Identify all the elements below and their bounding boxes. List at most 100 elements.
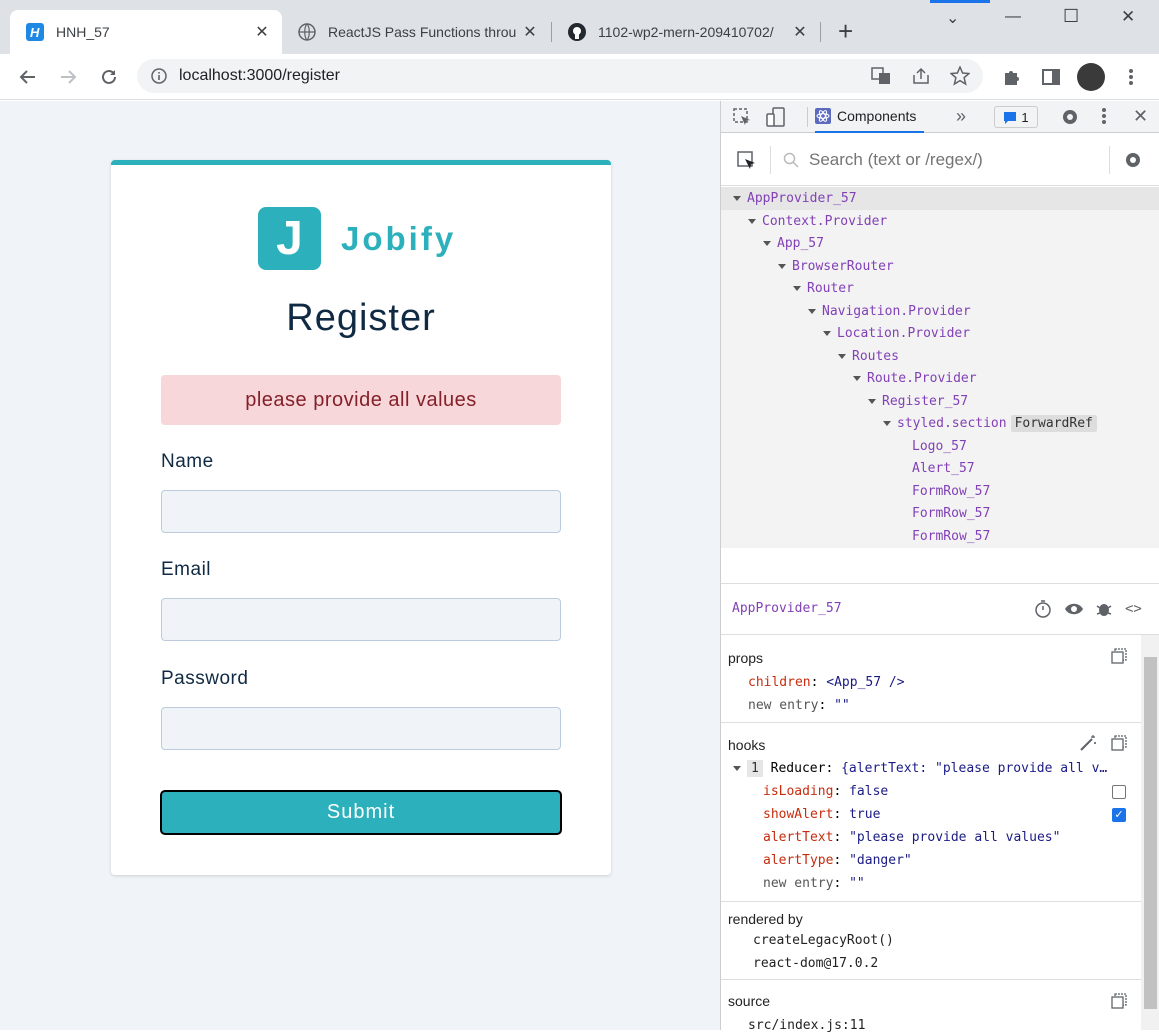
source-heading: source — [728, 993, 771, 1009]
devtools-menu-icon[interactable] — [1101, 107, 1107, 130]
hook-alerttext[interactable]: alertText: "please provide all values" — [763, 830, 1060, 845]
new-tab-button[interactable]: + — [838, 18, 853, 44]
name-field[interactable] — [161, 490, 561, 533]
tree-node-register[interactable]: Register_57 — [868, 391, 968, 413]
tab-search-icon[interactable]: ⌄ — [946, 8, 959, 28]
device-toolbar-icon[interactable] — [766, 107, 786, 132]
hook-index: 1 — [747, 760, 763, 777]
message-icon — [1003, 111, 1017, 124]
react-devtools-panel: Components » 1 ✕ AppProvider_57 Conte — [720, 101, 1159, 1033]
tree-node-app[interactable]: App_57 — [763, 233, 824, 255]
minimize-button[interactable]: — — [1005, 8, 1021, 26]
copy-icon[interactable] — [1111, 735, 1127, 756]
devtools-settings-icon[interactable] — [1060, 107, 1080, 132]
copy-icon[interactable] — [1111, 993, 1127, 1014]
tree-node-alert[interactable]: Alert_57 — [912, 458, 975, 480]
renderer-item[interactable]: createLegacyRoot() — [753, 933, 894, 948]
browser-menu-icon[interactable] — [1117, 63, 1145, 91]
hook-isloading[interactable]: isLoading: false — [763, 784, 888, 799]
rendered-by-heading: rendered by — [728, 911, 803, 927]
logo: J Jobify — [258, 207, 456, 270]
logo-mark: J — [258, 207, 321, 270]
share-icon[interactable] — [911, 67, 931, 90]
more-tabs-icon[interactable]: » — [956, 106, 966, 127]
tree-node-styled-section[interactable]: styled.section ForwardRef — [883, 413, 1097, 435]
copy-icon[interactable] — [1111, 648, 1127, 669]
tree-node-formrow[interactable]: FormRow_57 — [912, 503, 990, 525]
log-bug-icon[interactable] — [1096, 600, 1112, 623]
submit-button[interactable]: Submit — [160, 790, 562, 835]
maximize-button[interactable]: ☐ — [1063, 6, 1079, 27]
prop-new-entry[interactable]: new entry: "" — [748, 698, 850, 713]
isloading-checkbox[interactable] — [1112, 785, 1126, 799]
renderer-item[interactable]: react-dom@17.0.2 — [753, 956, 878, 971]
github-icon — [568, 23, 586, 41]
hooks-heading: hooks — [728, 737, 766, 753]
hook-reducer[interactable]: 1 Reducer: {alertText: "please provide a… — [733, 760, 1107, 777]
selected-component-header: AppProvider_57 <> — [721, 583, 1159, 635]
forward-button[interactable] — [54, 63, 82, 91]
close-devtools-icon[interactable]: ✕ — [1133, 106, 1148, 127]
tab-github[interactable]: 1102-wp2-mern-209410702/ ✕ — [552, 10, 820, 54]
component-search-bar — [721, 134, 1159, 186]
props-section: props children: <App_57 /> new entry: "" — [721, 636, 1141, 723]
select-component-icon[interactable] — [737, 151, 757, 176]
profile-avatar[interactable] — [1077, 63, 1105, 91]
view-source-icon[interactable]: <> — [1125, 601, 1142, 617]
source-location[interactable]: src/index.js:11 — [748, 1018, 865, 1033]
close-window-button[interactable]: ✕ — [1121, 7, 1135, 27]
inspect-element-icon[interactable] — [733, 108, 751, 131]
tree-node-appprovider[interactable]: AppProvider_57 — [733, 188, 857, 210]
tree-node-route-provider[interactable]: Route.Provider — [853, 368, 977, 390]
tab-title: 1102-wp2-mern-209410702/ — [598, 24, 774, 40]
inspect-eye-icon[interactable] — [1064, 601, 1084, 622]
magic-wand-icon[interactable] — [1079, 734, 1097, 757]
reload-button[interactable] — [95, 63, 123, 91]
tree-node-formrow[interactable]: FormRow_57 — [912, 481, 990, 503]
tree-node-navigation-provider[interactable]: Navigation.Provider — [808, 301, 971, 323]
tab-reactjs[interactable]: ReactJS Pass Functions throu ✕ — [282, 10, 550, 54]
settings-gear-icon[interactable] — [1124, 151, 1142, 174]
bookmark-star-icon[interactable] — [949, 65, 971, 91]
hook-showalert[interactable]: showAlert: true — [763, 807, 880, 822]
password-field[interactable] — [161, 707, 561, 750]
tree-node-logo[interactable]: Logo_57 — [912, 436, 967, 458]
prop-children[interactable]: children: <App_57 /> — [748, 675, 905, 690]
hook-alerttype[interactable]: alertType: "danger" — [763, 853, 912, 868]
tab-components[interactable]: Components — [815, 101, 925, 133]
showalert-checkbox[interactable]: ✓ — [1112, 808, 1126, 822]
email-field[interactable] — [161, 598, 561, 641]
suspend-timer-icon[interactable] — [1034, 600, 1052, 623]
password-label: Password — [161, 668, 249, 689]
email-label: Email — [161, 559, 212, 580]
address-bar[interactable]: localhost:3000/register — [137, 59, 983, 93]
scrollbar-thumb[interactable] — [1144, 657, 1157, 1009]
tree-node-routes[interactable]: Routes — [838, 346, 899, 368]
tree-node-context-provider[interactable]: Context.Provider — [748, 211, 887, 233]
tree-node-location-provider[interactable]: Location.Provider — [823, 323, 970, 345]
source-section: source src/index.js:11 — [721, 981, 1141, 1033]
page-title: Register — [286, 297, 436, 339]
inspector-scrollbar[interactable] — [1141, 635, 1159, 1030]
issues-badge[interactable]: 1 — [994, 106, 1038, 128]
close-tab-icon[interactable]: ✕ — [520, 22, 540, 42]
react-icon — [815, 108, 831, 124]
info-icon[interactable] — [151, 68, 167, 84]
back-button[interactable] — [14, 63, 42, 91]
extensions-button[interactable] — [998, 63, 1026, 91]
forward-arrow-icon — [61, 70, 77, 84]
tree-node-formrow[interactable]: FormRow_57 — [912, 526, 990, 548]
side-panel-button[interactable] — [1037, 63, 1065, 91]
search-icon — [783, 152, 799, 173]
translate-icon[interactable] — [871, 67, 891, 90]
tree-node-browserrouter[interactable]: BrowserRouter — [778, 256, 894, 278]
close-tab-icon[interactable]: ✕ — [790, 22, 810, 42]
name-label: Name — [161, 451, 214, 472]
tab-search-indicator — [930, 0, 990, 3]
hook-new-entry[interactable]: new entry: "" — [763, 876, 865, 891]
tab-hnh57[interactable]: H HNH_57 ✕ — [10, 10, 282, 54]
component-search-input[interactable] — [809, 147, 1099, 173]
close-tab-icon[interactable]: ✕ — [252, 22, 272, 42]
tree-node-router[interactable]: Router — [793, 278, 854, 300]
tab-title: HNH_57 — [56, 24, 110, 40]
